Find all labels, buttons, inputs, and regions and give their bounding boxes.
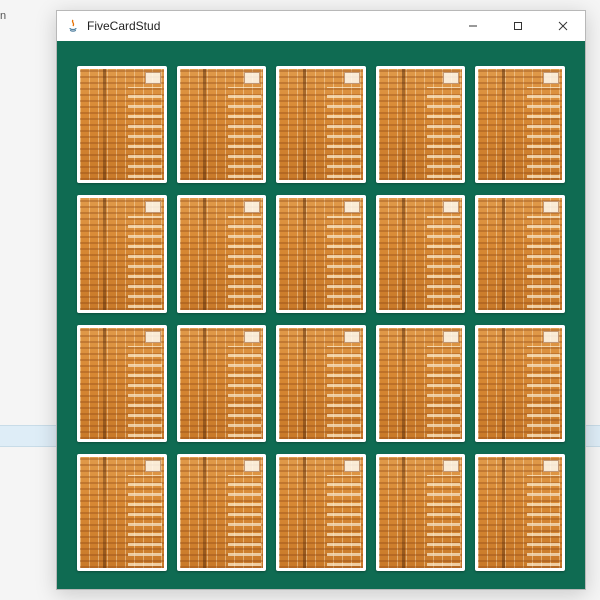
- card[interactable]: [376, 66, 466, 183]
- titlebar[interactable]: FiveCardStud: [57, 11, 585, 41]
- card[interactable]: [475, 66, 565, 183]
- card[interactable]: [475, 195, 565, 312]
- background-partial-text: n: [0, 10, 6, 22]
- java-icon: [65, 18, 81, 34]
- card[interactable]: [177, 66, 267, 183]
- card[interactable]: [376, 454, 466, 571]
- card[interactable]: [475, 325, 565, 442]
- card[interactable]: [376, 325, 466, 442]
- card[interactable]: [77, 195, 167, 312]
- card[interactable]: [77, 454, 167, 571]
- card[interactable]: [177, 195, 267, 312]
- card[interactable]: [77, 325, 167, 442]
- app-window: FiveCardStud: [56, 10, 586, 590]
- card[interactable]: [276, 66, 366, 183]
- card[interactable]: [177, 325, 267, 442]
- card[interactable]: [276, 325, 366, 442]
- card[interactable]: [376, 195, 466, 312]
- close-button[interactable]: [540, 11, 585, 41]
- maximize-button[interactable]: [495, 11, 540, 41]
- minimize-button[interactable]: [450, 11, 495, 41]
- card[interactable]: [276, 454, 366, 571]
- window-title: FiveCardStud: [87, 19, 160, 33]
- card[interactable]: [475, 454, 565, 571]
- card-grid: [57, 41, 585, 589]
- card[interactable]: [177, 454, 267, 571]
- card[interactable]: [77, 66, 167, 183]
- card[interactable]: [276, 195, 366, 312]
